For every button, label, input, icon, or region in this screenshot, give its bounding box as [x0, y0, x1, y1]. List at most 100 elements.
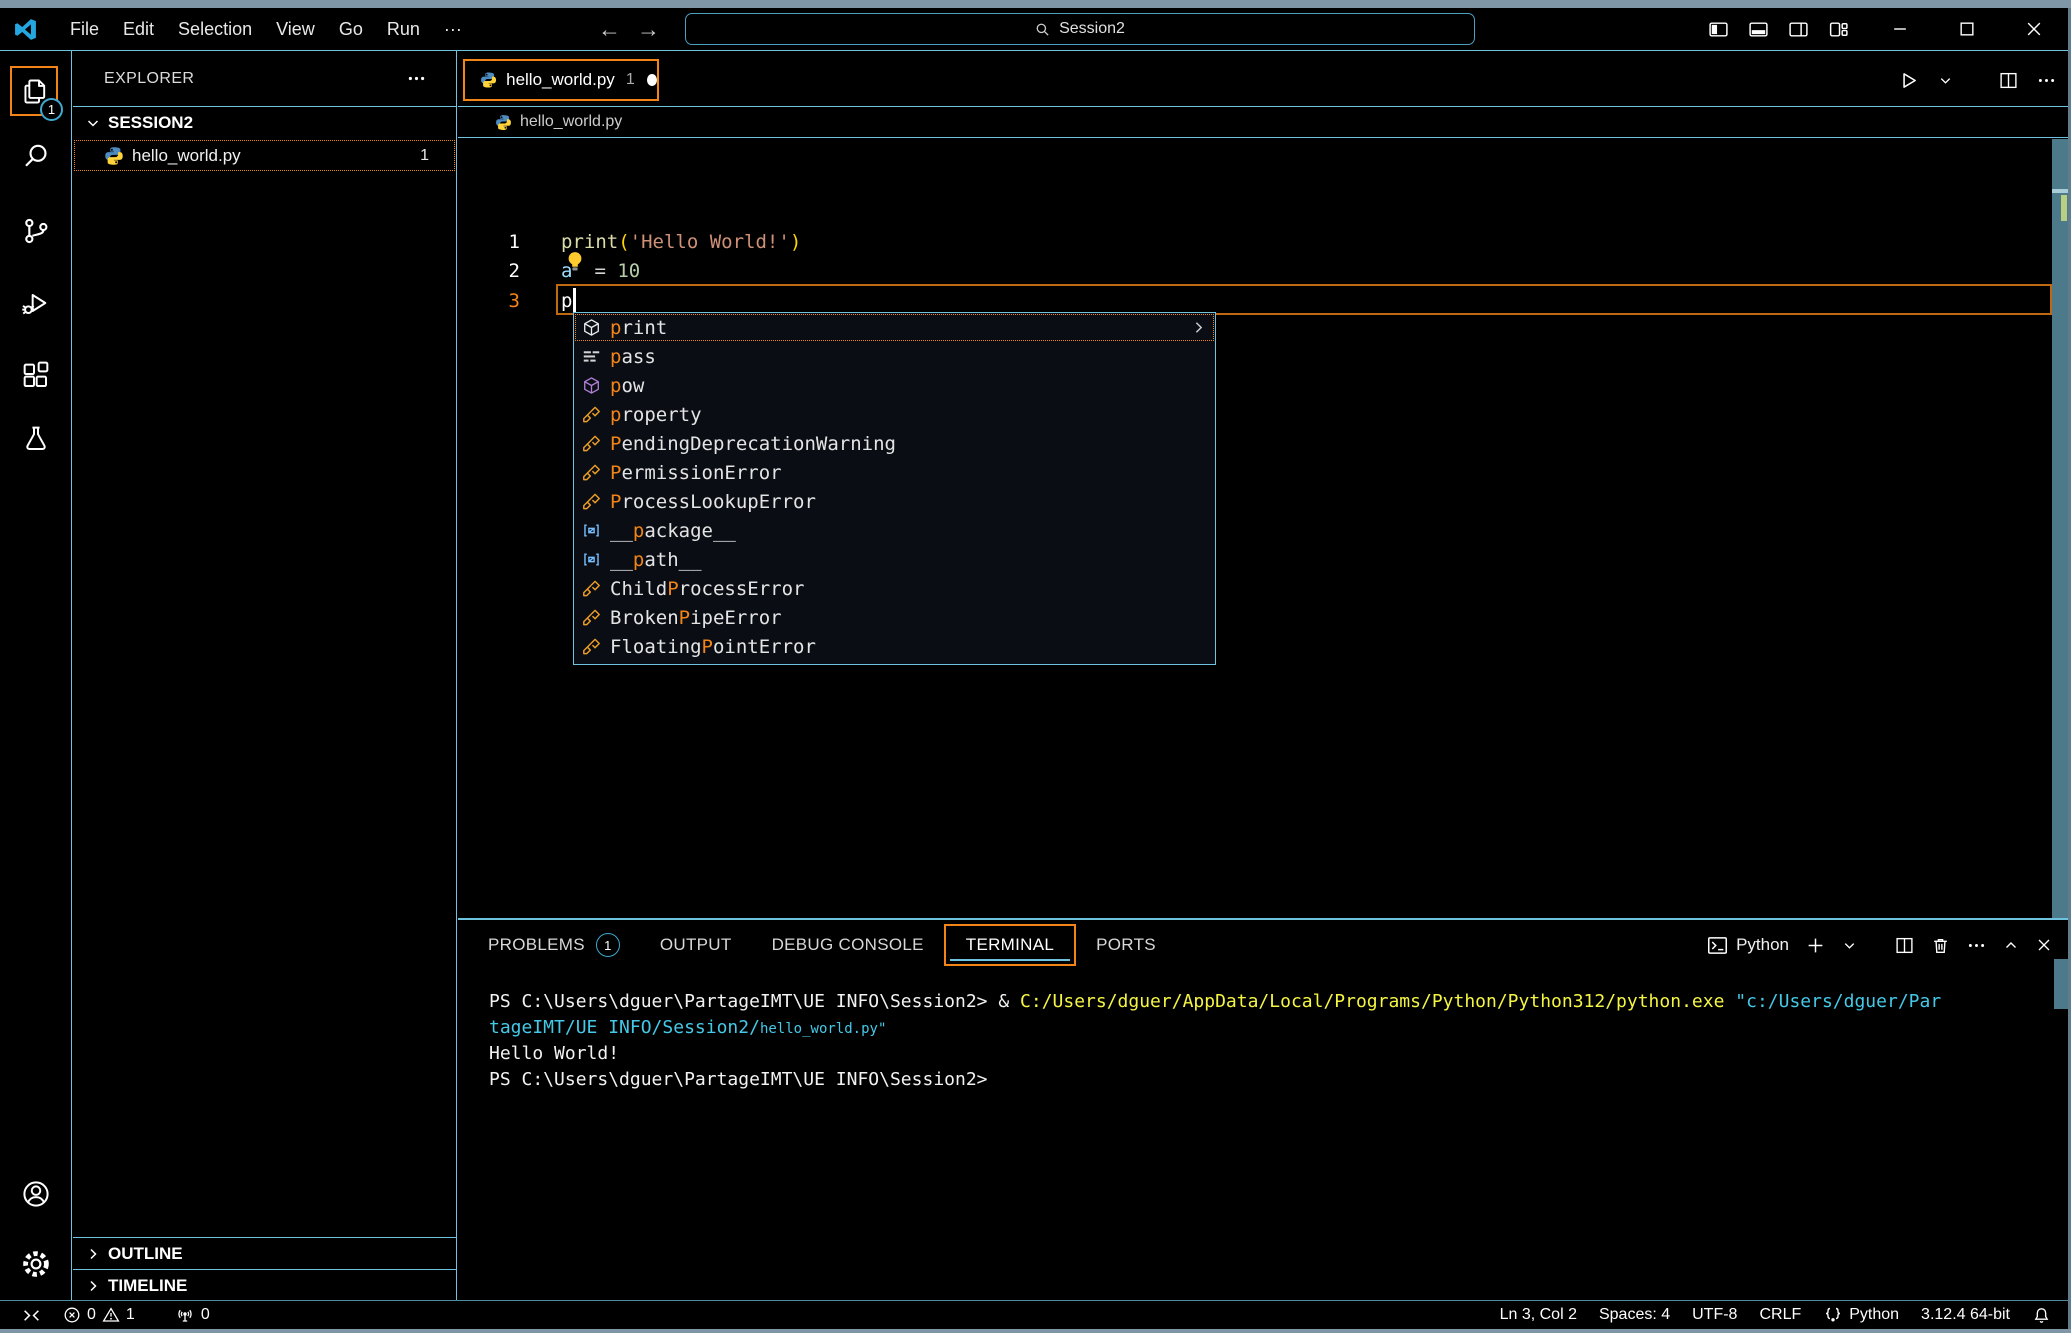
sidebar-item-run-debug[interactable] — [20, 287, 52, 319]
indentation[interactable]: Spaces: 4 — [1588, 1306, 1681, 1324]
code-editor[interactable]: 1 print('Hello World!') 2 a= 10 3 p prin… — [458, 138, 2052, 918]
menu-edit[interactable]: Edit — [111, 15, 166, 44]
customize-layout-icon[interactable] — [1828, 19, 1849, 40]
tab-title: hello_world.py — [506, 70, 615, 90]
cursor-position[interactable]: Ln 3, Col 2 — [1489, 1306, 1588, 1324]
suggest-label: __path__ — [610, 549, 702, 571]
terminal-output[interactable]: PS C:\Users\dguer\PartageIMT\UE INFO\Ses… — [489, 980, 2048, 1301]
panel-tab-terminal[interactable]: TERMINAL — [944, 924, 1076, 966]
code-line-2: 2 a= 10 — [458, 256, 2052, 285]
terminal-shell-selector[interactable]: Python — [1707, 935, 1789, 956]
close-panel-icon[interactable] — [2036, 937, 2052, 953]
eol-sequence[interactable]: CRLF — [1748, 1306, 1812, 1324]
more-actions-icon[interactable] — [2037, 71, 2056, 90]
suggest-item-pass[interactable]: pass — [574, 342, 1215, 371]
lightbulb-icon[interactable] — [563, 249, 587, 275]
language-mode[interactable]: Python — [1812, 1306, 1910, 1324]
run-python-file-icon[interactable] — [1898, 70, 1919, 91]
toggle-secondary-sidebar-icon[interactable] — [1788, 19, 1809, 40]
suggest-label: print — [610, 317, 667, 339]
explorer-more-actions-icon[interactable] — [407, 69, 426, 88]
run-dropdown-chevron-icon[interactable] — [1938, 73, 1953, 88]
suggest-item-pow[interactable]: pow — [574, 371, 1215, 400]
toggle-panel-icon[interactable] — [1748, 19, 1769, 40]
window-frame-bottom — [0, 1329, 2071, 1333]
back-arrow-icon[interactable]: ← — [598, 16, 621, 43]
suggest-item-__package__[interactable]: __package__ — [574, 516, 1215, 545]
suggest-item-ChildProcessError[interactable]: ChildProcessError — [574, 574, 1215, 603]
menu-run[interactable]: Run — [375, 15, 432, 44]
suggest-item-__path__[interactable]: __path__ — [574, 545, 1215, 574]
terminal-text: tageIMT/UE INFO/Session2/ — [489, 1017, 760, 1038]
explorer-section-session2[interactable]: SESSION2 — [73, 106, 456, 139]
suggest-label: FloatingPointError — [610, 636, 816, 658]
terminal-text: C:/Users/dguer/AppData/Local/Programs/Py… — [1020, 991, 1735, 1012]
token-operator: = — [594, 260, 617, 282]
explorer-section-outline[interactable]: OUTLINE — [73, 1237, 456, 1270]
panel-tab-debug-console[interactable]: DEBUG CONSOLE — [752, 924, 944, 966]
explorer-section-timeline[interactable]: TIMELINE — [73, 1269, 456, 1302]
maximize-button[interactable] — [1933, 8, 2000, 50]
suggest-item-PermissionError[interactable]: PermissionError — [574, 458, 1215, 487]
sidebar-item-explorer[interactable]: 1 — [10, 66, 58, 116]
panel-tab-label: DEBUG CONSOLE — [772, 935, 924, 955]
problems-status[interactable]: 0 1 — [52, 1301, 146, 1329]
notifications-bell-icon[interactable] — [2021, 1306, 2068, 1325]
new-terminal-icon[interactable] — [1806, 936, 1825, 955]
accounts-icon[interactable] — [20, 1178, 52, 1210]
window-controls — [1866, 8, 2068, 50]
editor-scrollbar[interactable] — [2052, 139, 2068, 918]
python-file-icon — [495, 114, 512, 131]
breadcrumb-file: hello_world.py — [520, 113, 622, 131]
modified-dot-icon — [647, 74, 657, 86]
sidebar-item-testing[interactable] — [20, 423, 52, 455]
workbench: 1 EXPLORER SESSION2 hello_world.py — [0, 50, 2068, 1300]
kill-terminal-trash-icon[interactable] — [1931, 936, 1950, 955]
menu-selection[interactable]: Selection — [166, 15, 264, 44]
suggest-item-FloatingPointError[interactable]: FloatingPointError — [574, 632, 1215, 661]
suggest-label: pow — [610, 375, 644, 397]
terminal-scrollbar[interactable] — [2054, 959, 2068, 1009]
settings-gear-icon[interactable] — [20, 1248, 52, 1280]
close-button[interactable] — [2000, 8, 2067, 50]
sidebar-item-extensions[interactable] — [20, 360, 52, 392]
maximize-panel-chevron-icon[interactable] — [2003, 937, 2019, 953]
search-icon — [1035, 22, 1050, 37]
tab-hello-world-py[interactable]: hello_world.py 1 — [463, 59, 659, 101]
vscode-logo-icon — [13, 17, 38, 42]
intellisense-popup: print pass pow property PendingDeprecationWa… — [573, 312, 1216, 665]
menu-more-icon[interactable]: ··· — [432, 15, 474, 44]
panel-tab-ports[interactable]: PORTS — [1076, 924, 1176, 966]
command-center-search[interactable]: Session2 — [685, 13, 1475, 45]
chevron-right-icon — [85, 1246, 101, 1262]
suggest-item-BrokenPipeError[interactable]: BrokenPipeError — [574, 603, 1215, 632]
ports-status[interactable]: 0 — [164, 1301, 221, 1329]
suggest-item-ProcessLookupError[interactable]: ProcessLookupError — [574, 487, 1215, 516]
python-interpreter[interactable]: 3.12.4 64-bit — [1910, 1306, 2021, 1324]
minimize-button[interactable] — [1866, 8, 1933, 50]
sidebar-item-source-control[interactable] — [20, 215, 52, 247]
terminal-dropdown-chevron-icon[interactable] — [1842, 938, 1857, 953]
forward-arrow-icon[interactable]: → — [637, 16, 660, 43]
menu-view[interactable]: View — [264, 15, 327, 44]
remote-indicator[interactable] — [0, 1301, 52, 1329]
encoding[interactable]: UTF-8 — [1681, 1306, 1748, 1324]
panel-tab-problems[interactable]: PROBLEMS1 — [468, 924, 640, 966]
line-number: 1 — [458, 231, 520, 253]
toggle-sidebar-icon[interactable] — [1708, 19, 1729, 40]
file-item-hello-world[interactable]: hello_world.py 1 — [74, 140, 455, 171]
suggest-item-property[interactable]: property — [574, 400, 1215, 429]
suggest-item-print[interactable]: print — [574, 313, 1215, 342]
terminal-line: PS C:\Users\dguer\PartageIMT\UE INFO\Ses… — [489, 1069, 988, 1090]
menu-file[interactable]: File — [58, 15, 111, 44]
error-icon — [63, 1306, 81, 1324]
sidebar-item-search[interactable] — [20, 140, 52, 172]
suggest-label: property — [610, 404, 702, 426]
panel-more-actions-icon[interactable] — [1967, 936, 1986, 955]
split-editor-icon[interactable] — [1999, 71, 2018, 90]
split-terminal-icon[interactable] — [1895, 936, 1914, 955]
menu-go[interactable]: Go — [327, 15, 375, 44]
breadcrumb[interactable]: hello_world.py — [458, 107, 2068, 138]
panel-tab-output[interactable]: OUTPUT — [640, 924, 752, 966]
suggest-item-PendingDeprecationWarning[interactable]: PendingDeprecationWarning — [574, 429, 1215, 458]
